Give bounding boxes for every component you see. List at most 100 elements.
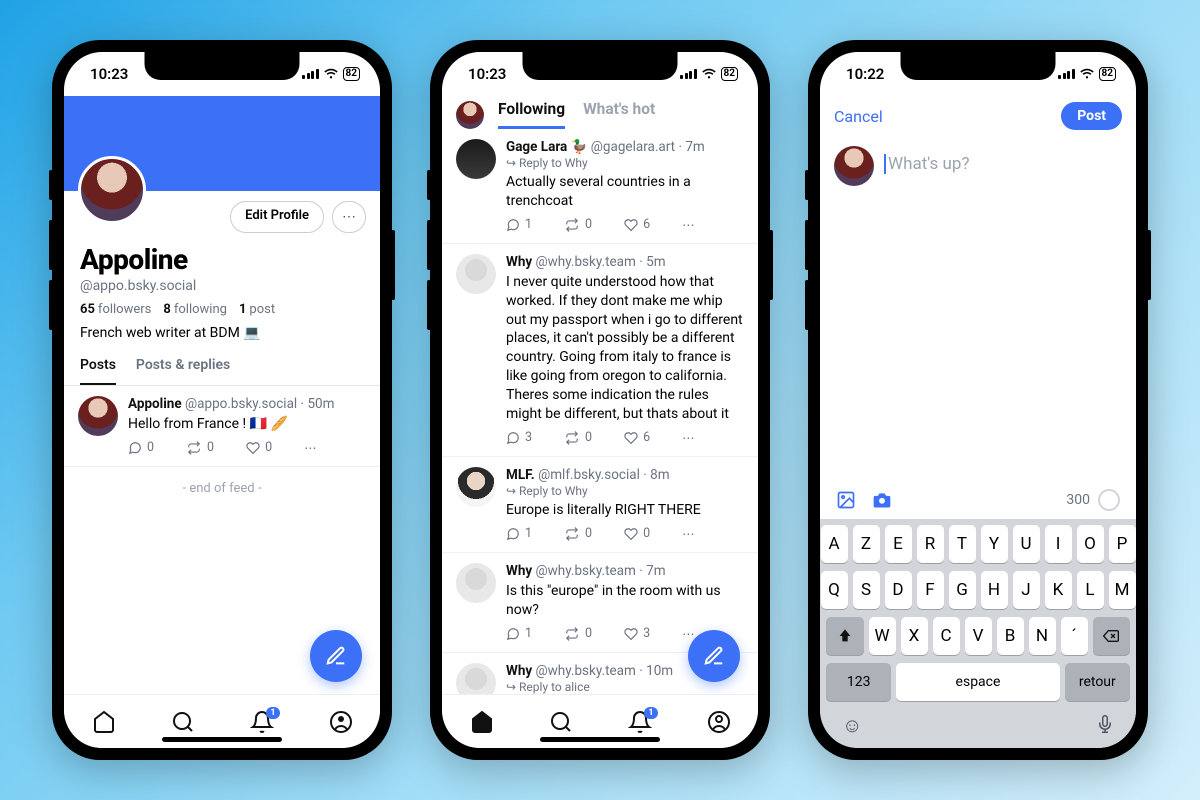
shift-key[interactable] bbox=[826, 617, 864, 655]
like-button[interactable]: 3 bbox=[624, 626, 650, 642]
key-J[interactable]: J bbox=[1013, 571, 1040, 609]
key-X[interactable]: X bbox=[901, 617, 928, 655]
cancel-button[interactable]: Cancel bbox=[834, 107, 883, 126]
notification-badge: 1 bbox=[266, 707, 279, 719]
repost-button[interactable]: 0 bbox=[564, 217, 592, 233]
key-Y[interactable]: Y bbox=[981, 525, 1008, 563]
camera-icon[interactable] bbox=[872, 490, 892, 510]
key-D[interactable]: D bbox=[885, 571, 912, 609]
key-R[interactable]: R bbox=[917, 525, 944, 563]
nav-home-icon[interactable] bbox=[92, 710, 116, 734]
key-Q[interactable]: Q bbox=[821, 571, 848, 609]
wifi-icon bbox=[701, 68, 717, 80]
edit-profile-button[interactable]: Edit Profile bbox=[230, 201, 324, 233]
repost-button[interactable]: 0 bbox=[564, 626, 592, 642]
post-avatar[interactable] bbox=[456, 563, 496, 603]
reply-button[interactable]: 1 bbox=[506, 217, 532, 233]
key-K[interactable]: K bbox=[1045, 571, 1072, 609]
repost-button[interactable]: 0 bbox=[564, 430, 592, 446]
post-more-button[interactable]: ⋯ bbox=[304, 440, 317, 456]
key-W[interactable]: W bbox=[869, 617, 896, 655]
key-N[interactable]: N bbox=[1029, 617, 1056, 655]
key-C[interactable]: C bbox=[933, 617, 960, 655]
post-more-button[interactable]: ⋯ bbox=[682, 430, 695, 446]
space-key[interactable]: espace bbox=[896, 663, 1059, 701]
post-avatar[interactable] bbox=[78, 396, 118, 436]
nav-home-icon[interactable] bbox=[470, 710, 494, 734]
key-S[interactable]: S bbox=[853, 571, 880, 609]
battery-icon: 82 bbox=[1099, 67, 1116, 81]
reply-button[interactable]: 1 bbox=[506, 526, 532, 542]
keyboard[interactable]: AZERTYUIOP QSDFGHJKLM WXCVBN´ 123 espace… bbox=[820, 519, 1136, 748]
post-button[interactable]: Post bbox=[1061, 102, 1122, 130]
key-V[interactable]: V bbox=[965, 617, 992, 655]
post-item[interactable]: Appoline @appo.bsky.social · 50m Hello f… bbox=[64, 386, 380, 467]
repost-button[interactable]: 0 bbox=[186, 440, 214, 456]
compose-avatar bbox=[834, 146, 874, 186]
status-time: 10:23 bbox=[90, 65, 128, 83]
key-O[interactable]: O bbox=[1077, 525, 1104, 563]
key-Z[interactable]: Z bbox=[853, 525, 880, 563]
wifi-icon bbox=[323, 68, 339, 80]
key-P[interactable]: P bbox=[1109, 525, 1136, 563]
status-time: 10:22 bbox=[846, 65, 884, 83]
backspace-key[interactable] bbox=[1093, 617, 1131, 655]
profile-bio: French web writer at BDM 💻 bbox=[80, 325, 364, 341]
nav-notifications-icon[interactable]: 1 bbox=[250, 710, 274, 734]
key-U[interactable]: U bbox=[1013, 525, 1040, 563]
return-key[interactable]: retour bbox=[1065, 663, 1130, 701]
emoji-key[interactable]: ☺ bbox=[842, 713, 862, 738]
key-B[interactable]: B bbox=[997, 617, 1024, 655]
reply-button[interactable]: 0 bbox=[128, 440, 154, 456]
numeric-key[interactable]: 123 bbox=[826, 663, 891, 701]
image-picker-icon[interactable] bbox=[836, 490, 856, 510]
reply-button[interactable]: 1 bbox=[506, 626, 532, 642]
nav-profile-icon[interactable] bbox=[329, 710, 353, 734]
key-T[interactable]: T bbox=[949, 525, 976, 563]
notification-badge: 1 bbox=[644, 707, 657, 719]
nav-profile-icon[interactable] bbox=[707, 710, 731, 734]
key-I[interactable]: I bbox=[1045, 525, 1072, 563]
nav-search-icon[interactable] bbox=[171, 710, 195, 734]
post-item[interactable]: MLF. @mlf.bsky.social · 8m ↪ Reply to Wh… bbox=[442, 457, 758, 553]
post-item[interactable]: Why @why.bsky.team · 5m I never quite un… bbox=[442, 244, 758, 457]
post-avatar[interactable] bbox=[456, 254, 496, 294]
profile-avatar[interactable] bbox=[78, 156, 146, 224]
like-button[interactable]: 6 bbox=[624, 217, 650, 233]
signal-icon bbox=[302, 69, 319, 79]
post-more-button[interactable]: ⋯ bbox=[682, 217, 695, 233]
post-avatar[interactable] bbox=[456, 467, 496, 507]
more-options-button[interactable]: ⋯ bbox=[332, 201, 366, 233]
nav-search-icon[interactable] bbox=[549, 710, 573, 734]
post-more-button[interactable]: ⋯ bbox=[682, 526, 695, 542]
like-button[interactable]: 0 bbox=[624, 526, 650, 542]
key-G[interactable]: G bbox=[949, 571, 976, 609]
tab-whats-hot[interactable]: What's hot bbox=[583, 100, 655, 129]
key-E[interactable]: E bbox=[885, 525, 912, 563]
post-item[interactable]: Gage Lara 🦆 @gagelara.art · 7m ↪ Reply t… bbox=[442, 129, 758, 244]
repost-button[interactable]: 0 bbox=[564, 526, 592, 542]
compose-fab[interactable] bbox=[688, 630, 740, 682]
signal-icon bbox=[1058, 69, 1075, 79]
key-M[interactable]: M bbox=[1109, 571, 1136, 609]
profile-stats: 65followers 8following 1post bbox=[80, 302, 364, 317]
key-F[interactable]: F bbox=[917, 571, 944, 609]
tab-following[interactable]: Following bbox=[498, 100, 565, 129]
compose-fab[interactable] bbox=[310, 630, 362, 682]
compose-input[interactable]: What's up? bbox=[884, 146, 1122, 186]
reply-button[interactable]: 3 bbox=[506, 430, 532, 446]
post-avatar[interactable] bbox=[456, 139, 496, 179]
mic-key[interactable] bbox=[1096, 713, 1114, 738]
like-button[interactable]: 0 bbox=[246, 440, 272, 456]
key-H[interactable]: H bbox=[981, 571, 1008, 609]
tab-posts[interactable]: Posts bbox=[80, 357, 116, 385]
nav-notifications-icon[interactable]: 1 bbox=[628, 710, 652, 734]
char-progress-icon bbox=[1098, 489, 1120, 511]
header-avatar[interactable] bbox=[456, 101, 484, 129]
key-A[interactable]: A bbox=[821, 525, 848, 563]
signal-icon bbox=[680, 69, 697, 79]
key-L[interactable]: L bbox=[1077, 571, 1104, 609]
tab-posts-replies[interactable]: Posts & replies bbox=[136, 357, 230, 385]
like-button[interactable]: 6 bbox=[624, 430, 650, 446]
key-´[interactable]: ´ bbox=[1061, 617, 1088, 655]
